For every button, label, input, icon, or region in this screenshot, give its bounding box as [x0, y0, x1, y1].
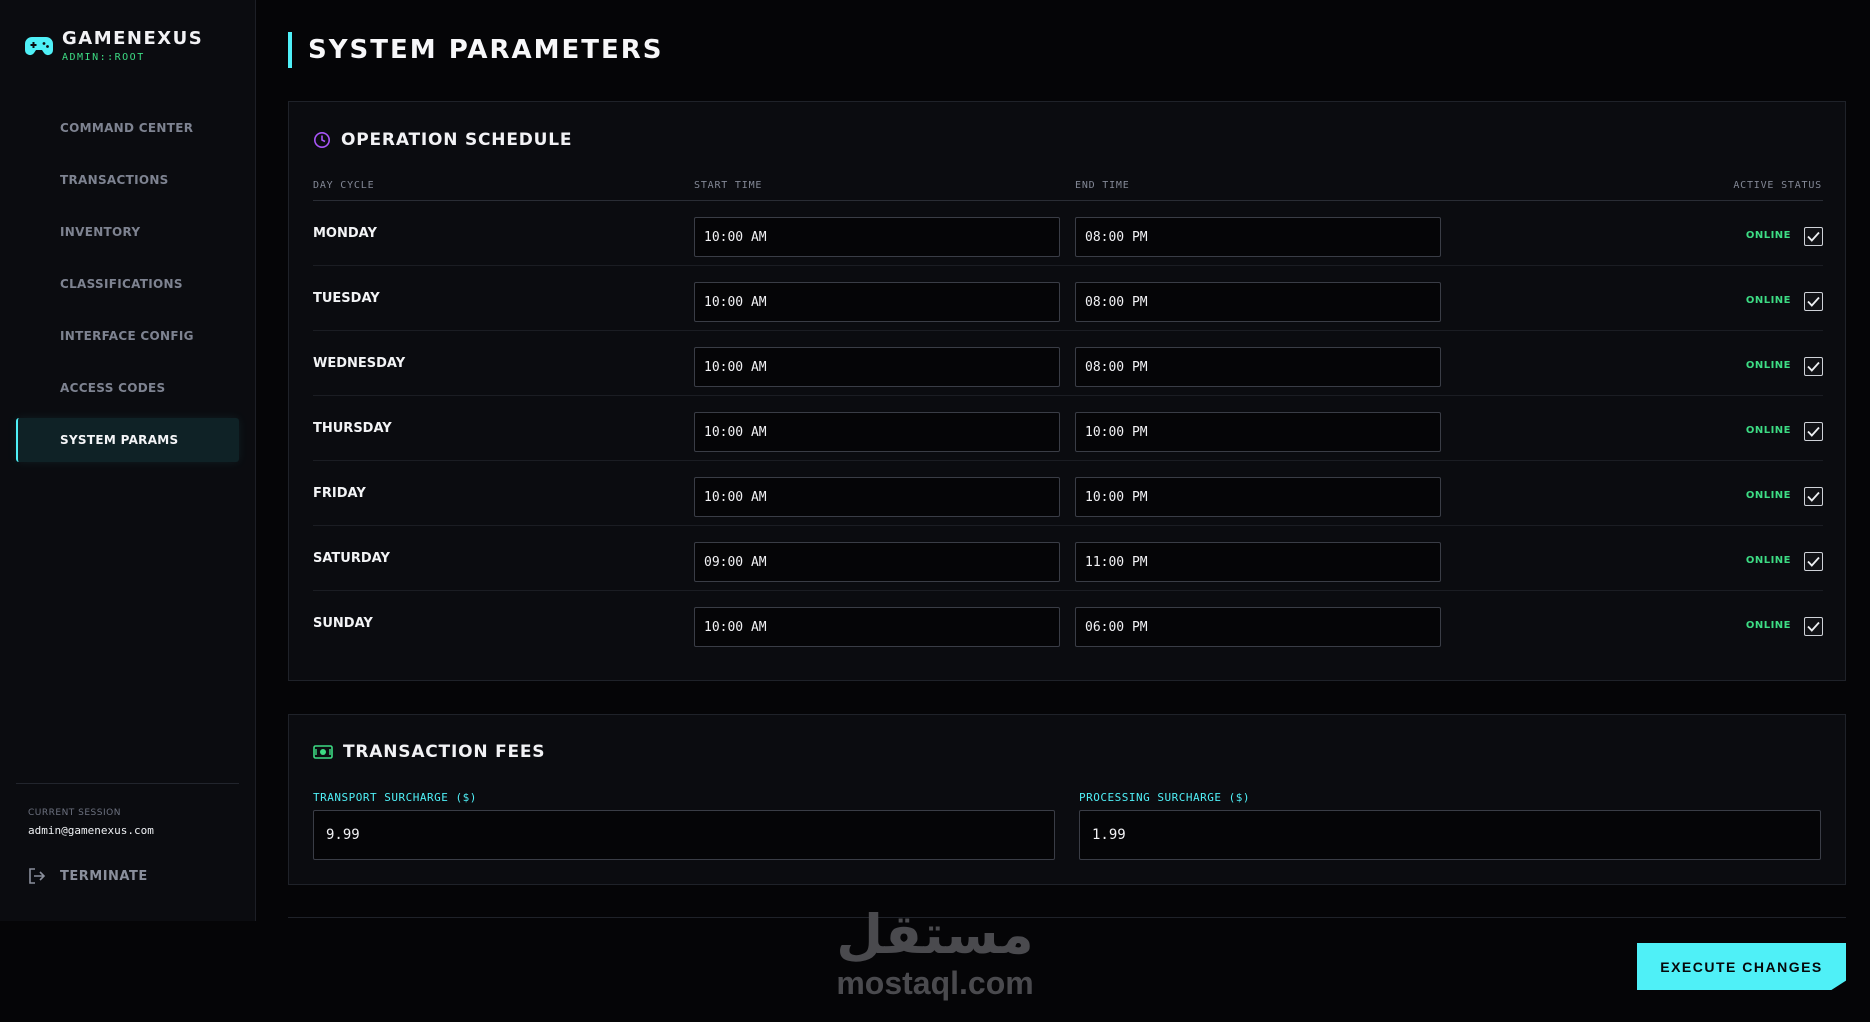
- day-label: SUNDAY: [313, 616, 373, 631]
- end-time-input[interactable]: 08:00 PM: [1075, 282, 1441, 322]
- sidebar: GAMENEXUS ADMIN::ROOT COMMAND CENTER TRA…: [0, 0, 256, 921]
- active-checkbox[interactable]: [1804, 227, 1823, 246]
- watermark-arabic: مستقل: [836, 903, 1034, 966]
- watermark-latin: mostaql.com: [836, 965, 1034, 1001]
- processing-surcharge-input[interactable]: 1.99: [1079, 810, 1821, 860]
- table-row: WEDNESDAY 10:00 AM 08:00 PM ONLINE: [313, 331, 1823, 396]
- execute-changes-button[interactable]: EXECUTE CHANGES: [1637, 943, 1846, 990]
- day-label: WEDNESDAY: [313, 356, 406, 371]
- brand-title: GAMENEXUS: [62, 28, 204, 49]
- end-time-input[interactable]: 11:00 PM: [1075, 542, 1441, 582]
- end-time-input[interactable]: 08:00 PM: [1075, 217, 1441, 257]
- status-label: ONLINE: [1745, 620, 1791, 631]
- gamepad-icon: [25, 36, 53, 55]
- brand-subtitle: ADMIN::ROOT: [62, 52, 145, 63]
- check-icon: [1807, 426, 1820, 437]
- col-head-status: ACTIVE STATUS: [1733, 180, 1822, 191]
- status-label: ONLINE: [1745, 360, 1791, 371]
- start-time-input[interactable]: 10:00 AM: [694, 347, 1060, 387]
- col-head-end: END TIME: [1075, 180, 1130, 191]
- end-time-input[interactable]: 08:00 PM: [1075, 347, 1441, 387]
- col-head-day: DAY CYCLE: [313, 180, 375, 191]
- start-time-input[interactable]: 10:00 AM: [694, 412, 1060, 452]
- end-time-input[interactable]: 06:00 PM: [1075, 607, 1441, 647]
- clock-icon: [314, 132, 330, 148]
- start-time-input[interactable]: 09:00 AM: [694, 542, 1060, 582]
- status-label: ONLINE: [1745, 490, 1791, 501]
- app-root: GAMENEXUS ADMIN::ROOT COMMAND CENTER TRA…: [0, 0, 1870, 1022]
- table-row: THURSDAY 10:00 AM 10:00 PM ONLINE: [313, 396, 1823, 461]
- sidebar-item-label: TRANSACTIONS: [60, 173, 169, 187]
- status-label: ONLINE: [1745, 230, 1791, 241]
- sidebar-item-inventory[interactable]: INVENTORY: [16, 210, 239, 254]
- check-icon: [1807, 556, 1820, 567]
- page-title-wrap: SYSTEM PARAMETERS: [288, 32, 664, 68]
- sidebar-item-label: ACCESS CODES: [60, 381, 166, 395]
- cash-icon: [313, 745, 333, 759]
- start-time-input[interactable]: 10:00 AM: [694, 217, 1060, 257]
- sidebar-item-label: SYSTEM PARAMS: [60, 433, 179, 447]
- end-time-input[interactable]: 10:00 PM: [1075, 477, 1441, 517]
- processing-surcharge-label: PROCESSING SURCHARGE ($): [1079, 791, 1250, 804]
- check-icon: [1807, 361, 1820, 372]
- table-row: FRIDAY 10:00 AM 10:00 PM ONLINE: [313, 461, 1823, 526]
- day-label: MONDAY: [313, 226, 377, 241]
- active-checkbox[interactable]: [1804, 292, 1823, 311]
- transport-surcharge-input[interactable]: 9.99: [313, 810, 1055, 860]
- check-icon: [1807, 231, 1820, 242]
- status-label: ONLINE: [1745, 425, 1791, 436]
- table-row: TUESDAY 10:00 AM 08:00 PM ONLINE: [313, 266, 1823, 331]
- page-title: SYSTEM PARAMETERS: [308, 35, 664, 65]
- sidebar-item-label: INVENTORY: [60, 225, 141, 239]
- footer-divider: [288, 917, 1846, 918]
- sidebar-item-transactions[interactable]: TRANSACTIONS: [16, 158, 239, 202]
- sidebar-item-interface-config[interactable]: INTERFACE CONFIG: [16, 314, 239, 358]
- sidebar-divider: [16, 783, 239, 784]
- table-row: SATURDAY 09:00 AM 11:00 PM ONLINE: [313, 526, 1823, 591]
- sidebar-item-access-codes[interactable]: ACCESS CODES: [16, 366, 239, 410]
- transaction-fees-panel: TRANSACTION FEES TRANSPORT SURCHARGE ($)…: [288, 714, 1846, 885]
- check-icon: [1807, 491, 1820, 502]
- status-label: ONLINE: [1745, 295, 1791, 306]
- terminate-label: TERMINATE: [60, 868, 148, 884]
- active-checkbox[interactable]: [1804, 357, 1823, 376]
- terminate-button[interactable]: TERMINATE: [28, 868, 148, 884]
- table-row: MONDAY 10:00 AM 08:00 PM ONLINE: [313, 201, 1823, 266]
- start-time-input[interactable]: 10:00 AM: [694, 607, 1060, 647]
- day-label: THURSDAY: [313, 421, 392, 436]
- session-label: CURRENT SESSION: [28, 808, 121, 818]
- active-checkbox[interactable]: [1804, 617, 1823, 636]
- table-row: SUNDAY 10:00 AM 06:00 PM ONLINE: [313, 591, 1823, 656]
- col-head-start: START TIME: [694, 180, 763, 191]
- schedule-header: OPERATION SCHEDULE: [313, 130, 572, 150]
- start-time-input[interactable]: 10:00 AM: [694, 282, 1060, 322]
- end-time-input[interactable]: 10:00 PM: [1075, 412, 1441, 452]
- brand: GAMENEXUS ADMIN::ROOT: [24, 28, 203, 63]
- sidebar-nav: COMMAND CENTER TRANSACTIONS INVENTORY CL…: [16, 106, 239, 470]
- day-label: TUESDAY: [313, 291, 380, 306]
- watermark: مستقل mostaql.com: [822, 903, 1048, 1002]
- fees-title: TRANSACTION FEES: [343, 742, 546, 762]
- active-checkbox[interactable]: [1804, 487, 1823, 506]
- fees-header: TRANSACTION FEES: [313, 742, 545, 762]
- logout-icon: [29, 868, 46, 884]
- day-label: SATURDAY: [313, 551, 390, 566]
- start-time-input[interactable]: 10:00 AM: [694, 477, 1060, 517]
- schedule-title: OPERATION SCHEDULE: [341, 130, 573, 150]
- check-icon: [1807, 296, 1820, 307]
- sidebar-item-system-params[interactable]: SYSTEM PARAMS: [16, 418, 239, 462]
- day-label: FRIDAY: [313, 486, 366, 501]
- sidebar-item-label: COMMAND CENTER: [60, 121, 194, 135]
- check-icon: [1807, 621, 1820, 632]
- sidebar-item-classifications[interactable]: CLASSIFICATIONS: [16, 262, 239, 306]
- sidebar-item-command-center[interactable]: COMMAND CENTER: [16, 106, 239, 150]
- transport-surcharge-label: TRANSPORT SURCHARGE ($): [313, 791, 477, 804]
- status-label: ONLINE: [1745, 555, 1791, 566]
- sidebar-item-label: INTERFACE CONFIG: [60, 329, 194, 343]
- active-checkbox[interactable]: [1804, 552, 1823, 571]
- active-checkbox[interactable]: [1804, 422, 1823, 441]
- operation-schedule-panel: OPERATION SCHEDULE DAY CYCLE START TIME …: [288, 101, 1846, 681]
- sidebar-item-label: CLASSIFICATIONS: [60, 277, 183, 291]
- session-email: admin@gamenexus.com: [28, 824, 154, 837]
